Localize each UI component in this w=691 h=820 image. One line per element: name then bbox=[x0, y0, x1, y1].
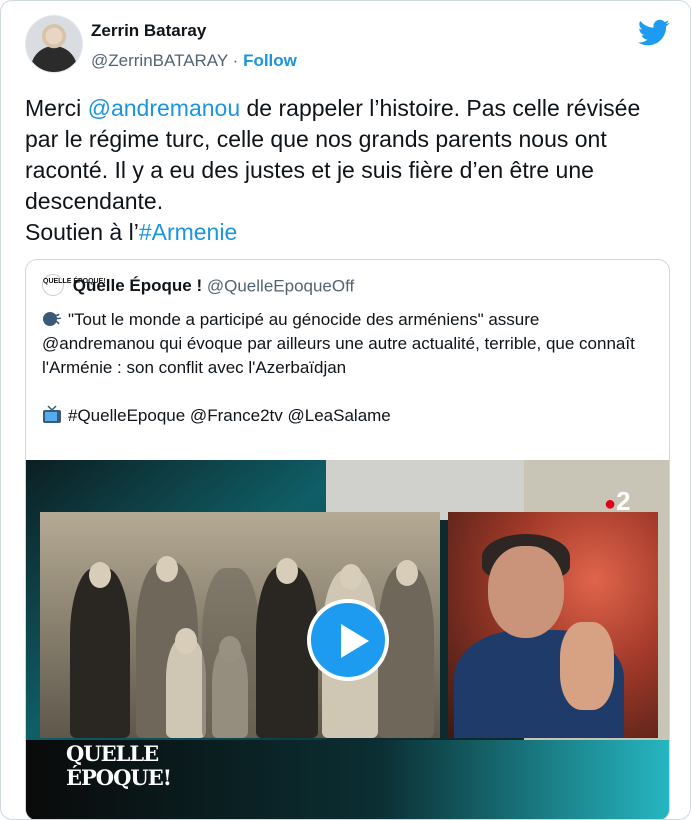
avatar[interactable] bbox=[25, 15, 83, 73]
quoted-header: QUELLE ÉPOQUE! Quelle Époque ! @QuelleEp… bbox=[42, 274, 354, 298]
twitter-bird-icon[interactable] bbox=[638, 19, 670, 47]
quoted-line-1: "Tout le monde a participé au génocide d… bbox=[42, 308, 654, 380]
quoted-text-1: "Tout le monde a participé au génocide d… bbox=[42, 310, 635, 377]
photo-figure bbox=[202, 568, 260, 738]
hashtag-link[interactable]: #Armenie bbox=[139, 219, 237, 245]
tweet-card: Zerrin Bataray @ZerrinBATARAY · Follow M… bbox=[0, 0, 691, 820]
quoted-text-2[interactable]: #QuelleEpoque @France2tv @LeaSalame bbox=[68, 406, 391, 425]
guest-photo bbox=[448, 512, 658, 738]
author-handle-row: @ZerrinBATARAY · Follow bbox=[91, 51, 297, 71]
author-handle[interactable]: @ZerrinBATARAY bbox=[91, 51, 228, 70]
video-thumbnail[interactable]: ●2 QUELLE ÉPOQUE! bbox=[26, 460, 669, 819]
photo-figure bbox=[70, 568, 130, 738]
tweet-body: Merci @andremanou de rappeler l’histoire… bbox=[25, 93, 665, 248]
follow-button[interactable]: Follow bbox=[243, 51, 297, 70]
photo-head bbox=[340, 564, 362, 590]
quelle-epoque-logo: QUELLE ÉPOQUE! bbox=[66, 741, 172, 790]
photo-head bbox=[156, 556, 178, 582]
tweet-header: Zerrin Bataray @ZerrinBATARAY · Follow bbox=[25, 15, 670, 77]
quoted-avatar[interactable]: QUELLE ÉPOQUE! bbox=[42, 274, 106, 296]
quoted-line-2: #QuelleEpoque @France2tv @LeaSalame bbox=[42, 404, 654, 428]
photo-head bbox=[276, 558, 298, 584]
quoted-body: "Tout le monde a participé au génocide d… bbox=[42, 308, 654, 428]
play-button[interactable] bbox=[307, 599, 389, 681]
tweet-text-part: Merci bbox=[25, 95, 88, 121]
mention-link[interactable]: @andremanou bbox=[88, 95, 241, 121]
television-icon bbox=[43, 405, 61, 423]
photo-head bbox=[396, 560, 418, 586]
guest-hands bbox=[560, 622, 614, 710]
author-name[interactable]: Zerrin Bataray bbox=[91, 21, 206, 41]
quoted-tweet[interactable]: QUELLE ÉPOQUE! Quelle Époque ! @QuelleEp… bbox=[25, 259, 670, 819]
photo-head bbox=[175, 628, 197, 654]
media-background bbox=[326, 460, 526, 520]
tweet-text-part: Soutien à l’ bbox=[25, 219, 139, 245]
quoted-author-handle[interactable]: @QuelleEpoqueOff bbox=[207, 276, 354, 295]
guest-face bbox=[488, 546, 564, 638]
photo-head bbox=[89, 562, 111, 588]
separator: · bbox=[232, 51, 239, 70]
speaking-head-icon bbox=[43, 312, 62, 326]
france2-logo: ●2 bbox=[604, 486, 631, 516]
